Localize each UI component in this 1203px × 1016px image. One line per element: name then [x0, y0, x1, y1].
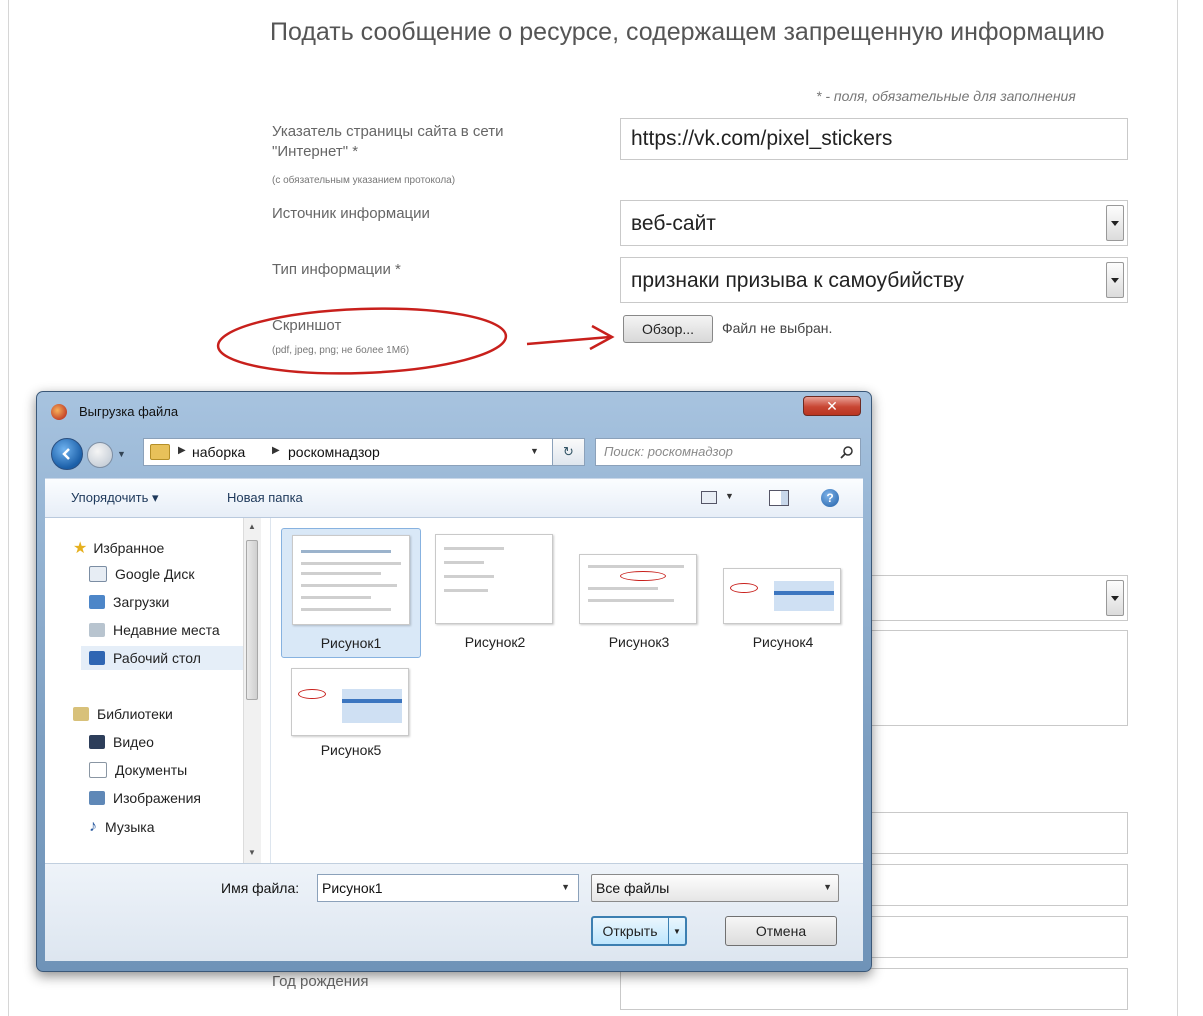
dialog-toolbar: Упорядочить ▾ Новая папка ▼ ?: [45, 478, 863, 518]
file-item-1[interactable]: Рисунок1: [281, 528, 421, 658]
nav-images-label: Изображения: [113, 790, 201, 806]
nav-images[interactable]: Изображения: [89, 790, 201, 806]
view-icon[interactable]: [701, 491, 717, 504]
breadcrumb-item-naborka[interactable]: наборка: [192, 444, 245, 460]
file-type-value: Все файлы: [596, 880, 670, 896]
file-thumbnail: [292, 535, 410, 625]
file-thumbnail: [723, 568, 841, 624]
nav-music-label: Музыка: [105, 819, 155, 835]
organize-menu[interactable]: Упорядочить ▾: [71, 490, 159, 506]
nav-downloads[interactable]: Загрузки: [89, 594, 169, 610]
scroll-thumb[interactable]: [246, 540, 258, 700]
dialog-title: Выгрузка файла: [79, 404, 179, 419]
nav-libraries[interactable]: Библиотеки: [73, 706, 173, 722]
filename-label: Имя файла:: [221, 880, 300, 896]
nav-favorites[interactable]: ★ Избранное: [73, 538, 164, 558]
file-name: Рисунок3: [608, 634, 670, 650]
nav-video[interactable]: Видео: [89, 734, 154, 750]
nav-downloads-label: Загрузки: [113, 594, 170, 610]
libraries-icon: [73, 707, 89, 721]
nav-recent-label: Недавние места: [113, 622, 220, 638]
file-thumbnail: [435, 534, 553, 624]
address-bar[interactable]: ▶ наборка ▶ роскомнадзор ▼: [143, 438, 553, 466]
help-icon[interactable]: ?: [821, 489, 839, 507]
new-folder-button[interactable]: Новая папка: [227, 490, 303, 505]
file-type-filter[interactable]: Все файлы ▼: [591, 874, 839, 902]
nav-favorites-label: Избранное: [93, 540, 165, 556]
recent-places-icon: [89, 623, 105, 637]
images-icon: [89, 791, 105, 805]
dialog-bottom-bar: Имя файла: Рисунок1 ▼ Все файлы ▼ Открыт…: [45, 863, 863, 961]
browser-icon: [51, 404, 67, 420]
history-dropdown-icon[interactable]: ▼: [117, 449, 126, 459]
address-dropdown-icon[interactable]: ▼: [530, 446, 539, 456]
search-input[interactable]: Поиск: роскомнадзор: [595, 438, 861, 466]
breadcrumb-item-roskomnadzor[interactable]: роскомнадзор: [288, 444, 380, 460]
filename-value: Рисунок1: [322, 880, 383, 896]
nav-scrollbar[interactable]: ▲ ▼: [243, 518, 261, 863]
nav-google-drive-label: Google Диск: [115, 566, 195, 582]
nav-video-label: Видео: [113, 734, 154, 750]
nav-libraries-label: Библиотеки: [97, 706, 173, 722]
search-placeholder: Поиск: роскомнадзор: [604, 444, 733, 459]
cancel-button[interactable]: Отмена: [725, 916, 837, 946]
close-button[interactable]: ✕: [803, 396, 861, 416]
documents-icon: [89, 762, 107, 778]
file-name: Рисунок2: [464, 634, 526, 650]
view-dropdown-icon[interactable]: ▼: [725, 491, 734, 501]
scroll-down-icon[interactable]: ▼: [248, 848, 256, 857]
file-name: Рисунок5: [320, 742, 382, 758]
nav-recent[interactable]: Недавние места: [89, 622, 220, 638]
annotation-ellipse: [216, 307, 508, 375]
nav-google-drive[interactable]: Google Диск: [89, 566, 194, 582]
file-type-dropdown-icon[interactable]: ▼: [823, 882, 832, 892]
navigation-pane: ★ Избранное Google Диск Загрузки Недавние…: [45, 518, 271, 863]
file-upload-dialog[interactable]: Выгрузка файла ✕ ▼ ▶ наборка ▶ роскомнад…: [36, 391, 872, 972]
forward-arrow-icon[interactable]: [87, 442, 113, 468]
open-button[interactable]: Открыть ▼: [591, 916, 687, 946]
filename-input[interactable]: Рисунок1 ▼: [317, 874, 579, 902]
scroll-up-icon[interactable]: ▲: [248, 522, 256, 531]
nav-desktop-label: Рабочий стол: [113, 650, 201, 666]
breadcrumb-separator-icon: ▶: [272, 445, 280, 456]
drive-icon: [89, 566, 107, 582]
preview-pane-icon[interactable]: [769, 490, 789, 506]
star-icon: ★: [73, 540, 88, 557]
refresh-icon[interactable]: ↻: [553, 438, 585, 466]
file-name: Рисунок1: [320, 635, 382, 651]
back-arrow-icon[interactable]: [51, 438, 83, 470]
nav-desktop[interactable]: Рабочий стол: [81, 646, 251, 670]
file-item-5[interactable]: Рисунок5: [281, 662, 421, 772]
file-item-4[interactable]: Рисунок4: [713, 528, 853, 658]
file-name: Рисунок4: [752, 634, 814, 650]
file-thumbnail: [579, 554, 697, 624]
video-icon: [89, 735, 105, 749]
open-button-label: Открыть: [602, 923, 658, 939]
music-icon: ♪: [89, 818, 97, 835]
breadcrumb-separator-icon: ▶: [178, 445, 186, 456]
file-item-3[interactable]: Рисунок3: [569, 528, 709, 658]
nav-documents[interactable]: Документы: [89, 762, 187, 778]
file-item-2[interactable]: Рисунок2: [425, 528, 565, 658]
open-dropdown-icon[interactable]: ▼: [668, 918, 685, 944]
nav-documents-label: Документы: [115, 762, 188, 778]
desktop-icon: [89, 651, 105, 665]
downloads-icon: [89, 595, 105, 609]
nav-music[interactable]: ♪ Музыка: [89, 818, 155, 836]
annotation-arrow-browse: [526, 335, 611, 346]
filename-dropdown-icon[interactable]: ▼: [561, 882, 570, 892]
search-icon[interactable]: [840, 445, 854, 459]
folder-icon: [150, 444, 170, 460]
file-thumbnail: [291, 668, 409, 736]
